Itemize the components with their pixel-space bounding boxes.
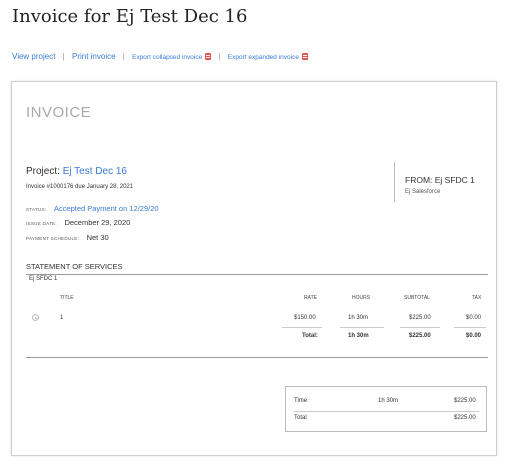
- summary-separator: [293, 411, 479, 412]
- view-project-link[interactable]: View project: [12, 52, 55, 61]
- pdf-icon: [205, 53, 212, 60]
- row-title: 1: [60, 315, 64, 321]
- pdf-icon: [301, 53, 308, 60]
- separator: |: [218, 52, 221, 61]
- divider: [26, 357, 488, 358]
- row-hours: 1h 30m: [348, 315, 369, 321]
- separator: |: [122, 52, 125, 61]
- summary-box: Time 1h 30m $225.00 Total $225.00: [285, 386, 487, 432]
- client-name: Ej SFDC 1: [29, 276, 58, 282]
- summary-total-label: Total: [294, 415, 307, 421]
- invoice-number-due: Invoice #1000176 due January 28, 2021: [26, 184, 134, 190]
- divider: [26, 274, 488, 275]
- from-company: Ej Salesforce: [405, 189, 441, 195]
- issue-date-label: ISSUE DATE:: [26, 221, 57, 226]
- payment-schedule-label: PAYMENT SCHEDULE:: [26, 236, 80, 241]
- from-block: FROM: Ej SFDC 1 Ej Salesforce: [394, 162, 475, 202]
- row-rate: $150.00: [294, 315, 316, 321]
- project-line: Project: Ej Test Dec 16: [26, 166, 127, 177]
- row-separator: [400, 327, 440, 328]
- export-expanded-link[interactable]: Export expanded invoice: [227, 53, 308, 61]
- column-header-hours: HOURS: [352, 295, 371, 301]
- row-separator: [454, 327, 486, 328]
- summary-time-hours: 1h 30m: [378, 398, 399, 404]
- export-collapsed-link[interactable]: Export collapsed invoice: [132, 53, 212, 61]
- total-hours: 1h 30m: [348, 333, 369, 339]
- row-tax: $0.00: [466, 315, 482, 321]
- project-link[interactable]: Ej Test Dec 16: [63, 166, 127, 177]
- total-tax: $0.00: [466, 333, 482, 339]
- statement-title: STATEMENT OF SERVICES: [26, 262, 123, 271]
- export-collapsed-label: Export collapsed invoice: [132, 54, 203, 61]
- invoice-document: INVOICE Project: Ej Test Dec 16 Invoice …: [11, 81, 497, 456]
- from-title: FROM: Ej SFDC 1: [405, 175, 475, 185]
- summary-time-amount: $225.00: [454, 398, 476, 404]
- column-header-tax: TAX: [472, 295, 482, 301]
- expand-row-icon[interactable]: [32, 314, 39, 321]
- total-label: Total:: [302, 333, 318, 339]
- print-invoice-link[interactable]: Print invoice: [72, 52, 116, 61]
- column-header-rate: RATE: [304, 295, 317, 301]
- row-separator: [340, 327, 384, 328]
- column-header-subtotal: SUBTOTAL: [404, 295, 430, 301]
- row-subtotal: $225.00: [409, 315, 431, 321]
- payment-schedule-row: PAYMENT SCHEDULE: Net 30: [26, 227, 109, 245]
- export-expanded-label: Export expanded invoice: [227, 54, 299, 61]
- column-header-title: TITLE: [60, 295, 74, 301]
- payment-schedule-value: Net 30: [86, 233, 109, 242]
- invoice-actions: View project | Print invoice | Export co…: [12, 52, 308, 61]
- separator: |: [62, 52, 65, 61]
- summary-total-amount: $225.00: [454, 415, 476, 421]
- page-title: Invoice for Ej Test Dec 16: [12, 6, 248, 27]
- summary-time-label: Time: [294, 398, 308, 404]
- project-label: Project:: [26, 166, 60, 177]
- invoice-heading: INVOICE: [26, 104, 92, 121]
- issue-date-value: December 29, 2020: [64, 218, 131, 227]
- total-subtotal: $225.00: [409, 333, 431, 339]
- row-separator: [282, 327, 322, 328]
